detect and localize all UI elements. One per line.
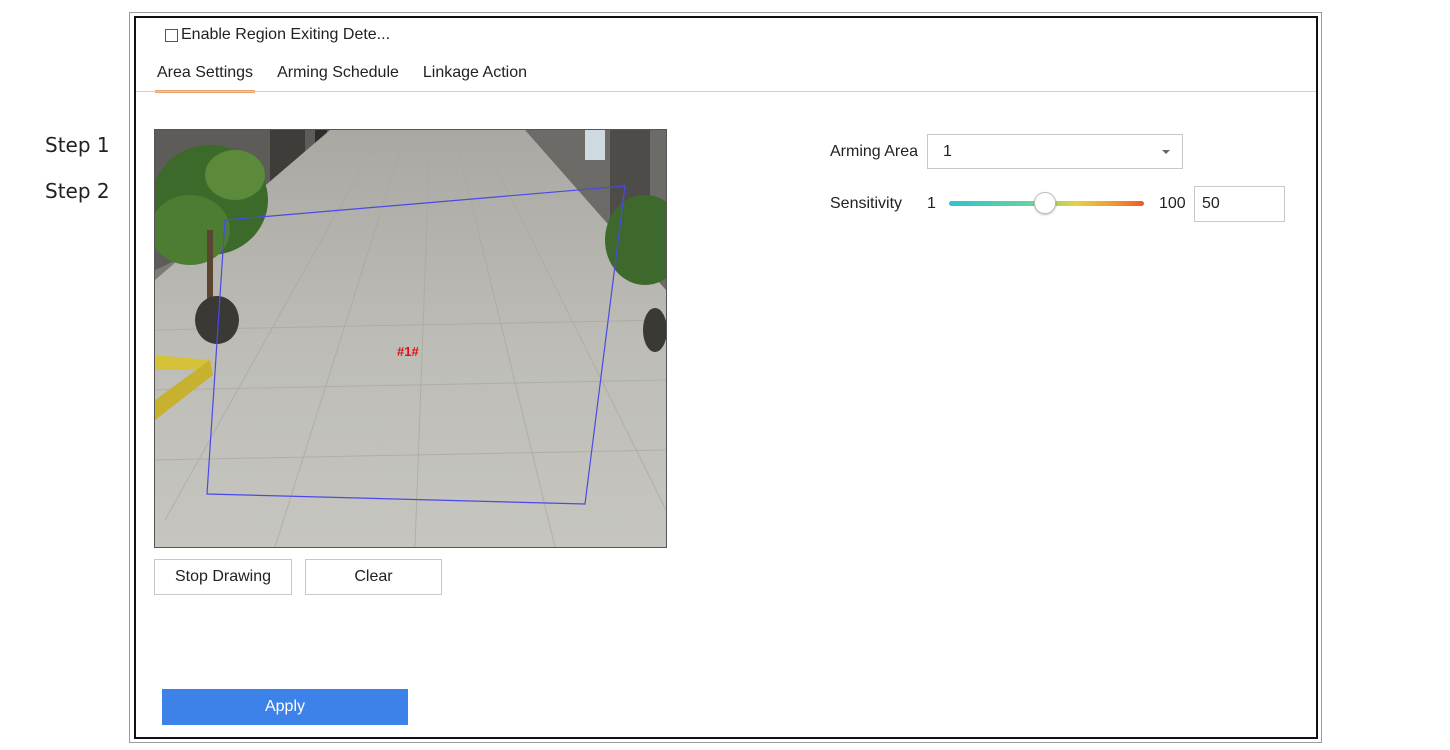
region-label: #1# [397,344,419,359]
sensitivity-label: Sensitivity [830,195,903,212]
sensitivity-max: 100 [1159,195,1186,212]
camera-scene: #1# [155,130,666,547]
enable-region-exiting-row[interactable]: Enable Region Exiting Dete... [165,26,390,44]
tab-bar: Area Settings Arming Schedule Linkage Ac… [155,64,549,93]
chevron-down-icon [1162,150,1170,154]
tab-linkage-action[interactable]: Linkage Action [421,64,529,93]
apply-button[interactable]: Apply [162,689,408,725]
tab-area-settings[interactable]: Area Settings [155,64,256,93]
video-preview[interactable]: #1# [154,129,667,548]
arming-area-label: Arming Area [830,143,919,160]
step-1-label: Step 1 [45,133,110,157]
sensitivity-min: 1 [927,195,936,212]
enable-checkbox-label: Enable Region Exiting Dete... [181,26,391,43]
sensitivity-input[interactable] [1194,186,1285,222]
step-2-label: Step 2 [45,179,110,203]
enable-checkbox[interactable] [165,28,178,42]
arming-area-value: 1 [943,142,952,160]
tab-arming-schedule[interactable]: Arming Schedule [275,64,401,93]
arming-area-select[interactable]: 1 [927,134,1183,169]
clear-button[interactable]: Clear [305,559,442,595]
stop-drawing-button[interactable]: Stop Drawing [154,559,292,595]
tab-divider [136,91,1316,92]
sensitivity-slider-handle[interactable] [1034,192,1056,214]
